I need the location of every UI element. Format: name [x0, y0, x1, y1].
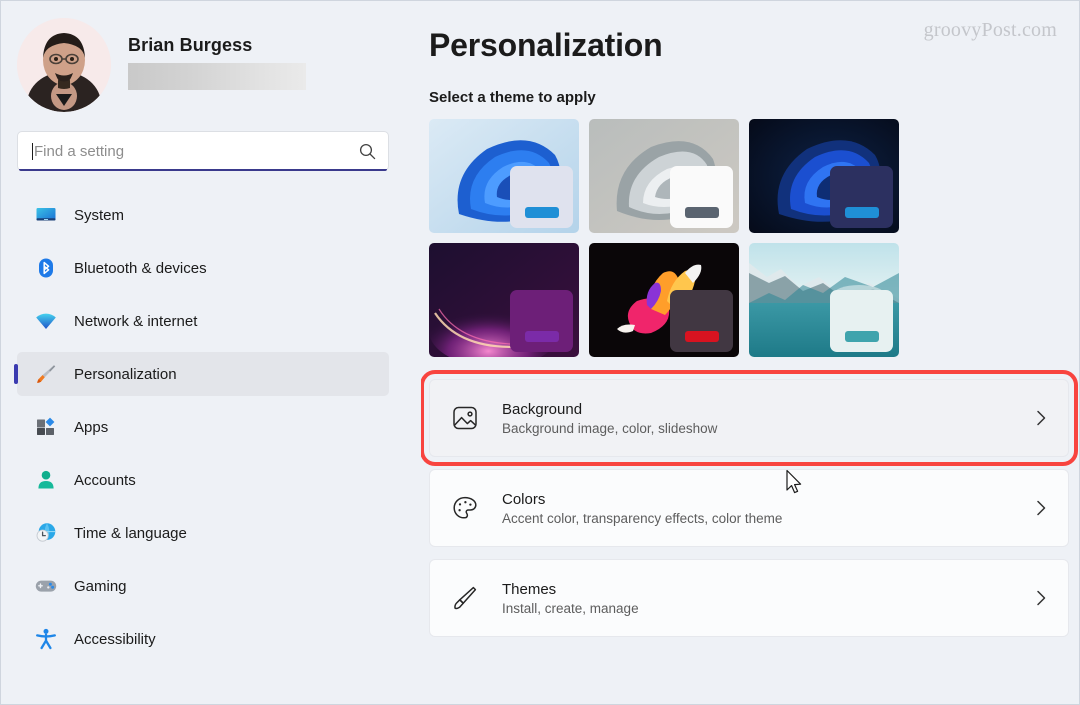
settings-row-text: Colors Accent color, transparency effect… [502, 491, 1034, 526]
sidebar-item-time-language[interactable]: Time & language [17, 511, 389, 555]
watermark: groovyPost.com [923, 19, 1057, 41]
chevron-right-icon[interactable] [1034, 408, 1050, 428]
account-name: Brian Burgess [128, 34, 253, 55]
settings-rows: Background Background image, color, slid… [421, 370, 1078, 637]
theme-accent-bar [684, 207, 719, 218]
theme-option[interactable] [429, 243, 579, 357]
theme-window-preview [670, 166, 733, 228]
account-text: Brian Burgess [128, 35, 306, 96]
sidebar-item-network-internet[interactable]: Network & internet [17, 299, 389, 343]
apps-icon [35, 416, 57, 438]
settings-row-colors[interactable]: Colors Accent color, transparency effect… [429, 469, 1069, 547]
settings-row-subtitle: Install, create, manage [502, 600, 639, 616]
theme-window-preview [830, 166, 893, 228]
sidebar-item-label: Apps [74, 418, 109, 436]
sidebar-item-apps[interactable]: Apps [17, 405, 389, 449]
sidebar-item-label: Accessibility [74, 630, 156, 648]
chevron-right-icon[interactable] [1034, 498, 1050, 518]
theme-window-preview [510, 290, 573, 352]
settings-row-subtitle: Background image, color, slideshow [502, 420, 718, 436]
account-header[interactable]: Brian Burgess [1, 1, 421, 112]
text-caret [32, 142, 33, 160]
sidebar-item-label: Network & internet [74, 312, 198, 330]
sidebar-item-label: System [74, 206, 125, 224]
chevron-right-icon[interactable] [1034, 588, 1050, 608]
avatar[interactable] [17, 18, 111, 112]
theme-accent-bar [684, 331, 719, 342]
paintbrush-outline-icon [450, 583, 480, 613]
sidebar-nav: System Bluetooth & devices Network & int… [1, 193, 421, 661]
sidebar-item-personalization[interactable]: Personalization [17, 352, 389, 396]
sidebar-item-label: Gaming [74, 577, 127, 595]
theme-accent-bar [844, 331, 879, 342]
sidebar-item-accessibility[interactable]: Accessibility [17, 617, 389, 661]
main-content: groovyPost.com Personalization Select a … [421, 1, 1079, 704]
theme-option[interactable] [429, 119, 579, 233]
bluetooth-icon [35, 257, 57, 279]
accessibility-icon [35, 628, 57, 650]
sidebar-item-label: Personalization [74, 365, 177, 383]
theme-section-label: Select a theme to apply [429, 89, 596, 106]
theme-window-preview [670, 290, 733, 352]
settings-row-background[interactable]: Background Background image, color, slid… [421, 370, 1078, 466]
gamepad-icon [35, 575, 57, 597]
theme-accent-bar [844, 207, 879, 218]
theme-option[interactable] [749, 243, 899, 357]
wifi-icon [35, 310, 57, 332]
account-email-redacted [128, 62, 306, 90]
settings-row-subtitle: Accent color, transparency effects, colo… [502, 510, 783, 526]
theme-grid [429, 119, 899, 357]
settings-row-themes[interactable]: Themes Install, create, manage [429, 559, 1069, 637]
theme-accent-bar [524, 207, 559, 218]
sidebar: Brian Burgess Find a setting System Blue… [1, 1, 421, 704]
theme-option[interactable] [589, 243, 739, 357]
search-input[interactable]: Find a setting [17, 131, 389, 171]
theme-window-preview [510, 166, 573, 228]
sidebar-item-label: Bluetooth & devices [74, 259, 207, 277]
palette-icon [450, 493, 480, 523]
sidebar-item-bluetooth-devices[interactable]: Bluetooth & devices [17, 246, 389, 290]
search-wrapper: Find a setting [1, 111, 421, 171]
settings-row-text: Background Background image, color, slid… [502, 401, 1034, 436]
sidebar-item-gaming[interactable]: Gaming [17, 564, 389, 608]
theme-window-preview [830, 290, 893, 352]
theme-option[interactable] [589, 119, 739, 233]
search-placeholder: Find a setting [34, 142, 125, 160]
monitor-icon [35, 204, 57, 226]
picture-icon [450, 403, 480, 433]
search-icon[interactable] [359, 143, 376, 160]
sidebar-item-system[interactable]: System [17, 193, 389, 237]
globe-clock-icon [35, 522, 57, 544]
settings-row-title: Themes [502, 580, 557, 598]
sidebar-item-label: Time & language [74, 524, 187, 542]
theme-accent-bar [524, 331, 559, 342]
paintbrush-icon [35, 363, 57, 385]
settings-row-title: Colors [502, 490, 546, 508]
sidebar-item-accounts[interactable]: Accounts [17, 458, 389, 502]
settings-window: Brian Burgess Find a setting System Blue… [0, 0, 1080, 705]
sidebar-item-label: Accounts [74, 471, 136, 489]
settings-row-text: Themes Install, create, manage [502, 581, 1034, 616]
settings-row-title: Background [502, 400, 583, 418]
person-icon [35, 469, 57, 491]
theme-option[interactable] [749, 119, 899, 233]
